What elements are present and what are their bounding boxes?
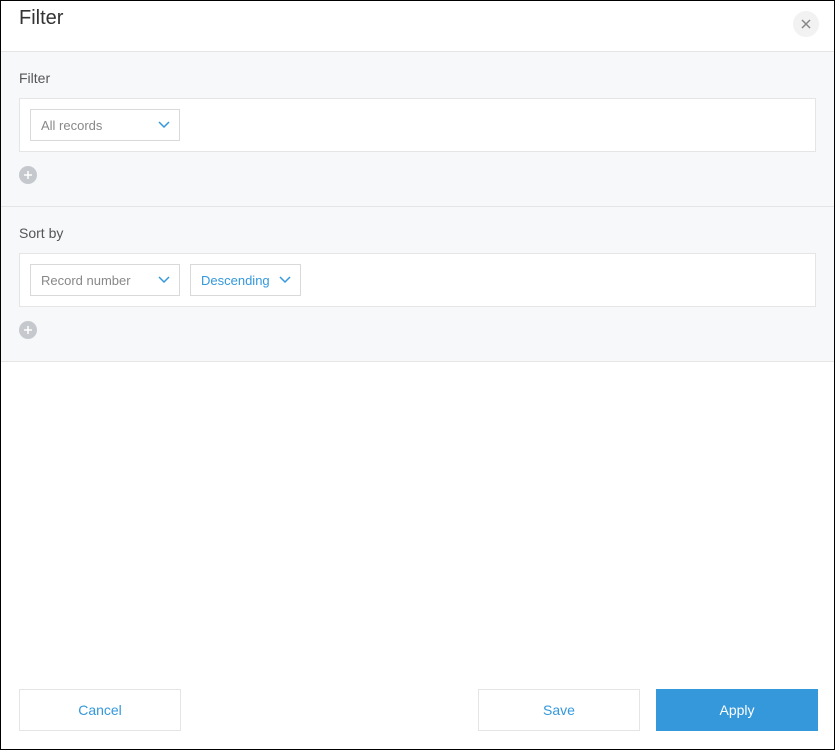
dialog-content: Filter All records Sort by Record number… (1, 52, 834, 671)
footer-right-group: Save Apply (478, 689, 818, 731)
apply-button[interactable]: Apply (656, 689, 818, 731)
apply-button-label: Apply (719, 702, 754, 718)
plus-icon (23, 325, 33, 335)
sort-section: Sort by Record number Descending (1, 207, 834, 362)
dialog-header: Filter (1, 1, 834, 52)
filter-condition-value: All records (41, 118, 102, 133)
add-sort-button[interactable] (19, 321, 37, 339)
sort-order-value: Descending (201, 273, 270, 288)
chevron-down-icon (158, 121, 170, 129)
filter-section-label: Filter (19, 70, 816, 86)
sort-row: Record number Descending (19, 253, 816, 307)
filter-row: All records (19, 98, 816, 152)
add-filter-button[interactable] (19, 166, 37, 184)
cancel-button-label: Cancel (78, 702, 122, 718)
close-icon (801, 19, 811, 29)
sort-section-label: Sort by (19, 225, 816, 241)
chevron-down-icon (158, 276, 170, 284)
close-button[interactable] (793, 11, 819, 37)
sort-field-select[interactable]: Record number (30, 264, 180, 296)
plus-icon (23, 170, 33, 180)
dialog-footer: Cancel Save Apply (1, 671, 834, 749)
save-button-label: Save (543, 702, 575, 718)
filter-condition-select[interactable]: All records (30, 109, 180, 141)
filter-section: Filter All records (1, 52, 834, 207)
save-button[interactable]: Save (478, 689, 640, 731)
chevron-down-icon (279, 276, 291, 284)
cancel-button[interactable]: Cancel (19, 689, 181, 731)
dialog-title: Filter (19, 7, 63, 30)
sort-field-value: Record number (41, 273, 131, 288)
sort-order-select[interactable]: Descending (190, 264, 301, 296)
